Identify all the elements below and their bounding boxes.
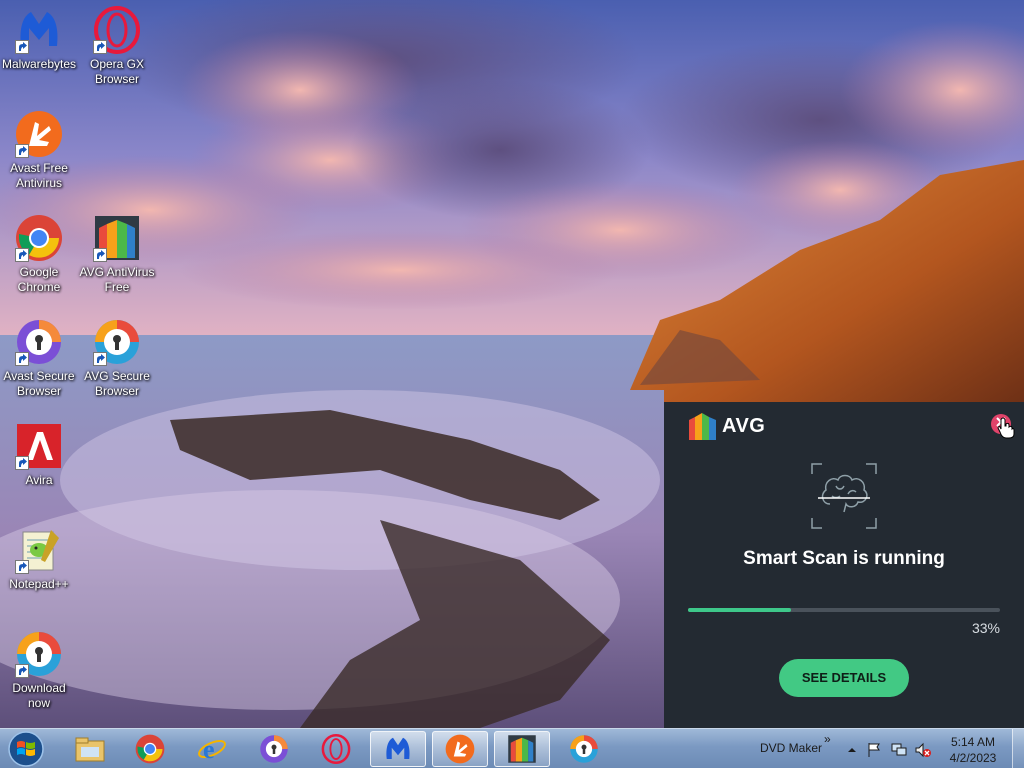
brain-scan-icon [808, 460, 880, 537]
see-details-button[interactable]: SEE DETAILS [779, 659, 909, 697]
svg-text:e: e [203, 735, 215, 764]
desktop-icon-label: Avast Secure Browser [3, 369, 75, 398]
avg-secure-browser-icon [570, 735, 598, 763]
desktop-icon-label: Google Chrome [17, 265, 61, 294]
scan-progress-label: 33% [971, 620, 1000, 636]
avira-icon [15, 422, 63, 470]
toolbar-overflow-chevron[interactable]: » [824, 732, 831, 746]
avg-logo-text: AVG [722, 414, 766, 437]
desktop-icon-label: Malwarebytes [1, 57, 77, 71]
desktop-icon-label: Avast Free Antivirus [10, 161, 68, 190]
desktop-icon-malwarebytes[interactable]: Malwarebytes [0, 6, 78, 72]
mouse-cursor [997, 417, 1015, 439]
desktop-icon-opera-gx[interactable]: Opera GX Browser [78, 6, 156, 87]
clock-date: 4/2/2023 [949, 751, 997, 765]
desktop-icon-avast-secure-browser[interactable]: Avast Secure Browser [0, 318, 78, 399]
desktop-icon-label: Notepad++ [9, 577, 69, 591]
avg-logo-icon [689, 413, 716, 440]
dvd-maker-toolbar[interactable]: DVD Maker [760, 741, 822, 755]
avg-antivirus-icon [93, 214, 141, 262]
avg-secure-browser-icon [93, 318, 141, 366]
avast-secure-browser-icon [15, 318, 63, 366]
opera-gx-icon [93, 6, 141, 54]
desktop-icon-label: Opera GX Browser [89, 57, 145, 86]
windows-logo-icon [8, 731, 44, 767]
clock-time: 5:14 AM [950, 735, 996, 749]
desktop-icon-download-now[interactable]: Download now [0, 630, 78, 711]
action-center-tray[interactable] [866, 742, 882, 758]
desktop-icon-label: Download now [12, 681, 66, 710]
chrome-icon [135, 734, 165, 764]
start-button[interactable] [4, 730, 48, 768]
desktop-icon-chrome[interactable]: Google Chrome [0, 214, 78, 295]
flag-icon [868, 743, 880, 757]
desktop-icon-avg-antivirus[interactable]: AVG AntiVirus Free [78, 214, 156, 295]
volume-muted-icon [915, 742, 931, 758]
avg-icon [508, 735, 536, 763]
avg-scan-popup: AVG Smart Scan is running 33% SEE DETAIL… [664, 402, 1024, 728]
desktop-icon-avg-secure-browser[interactable]: AVG Secure Browser [78, 318, 156, 399]
desktop-icon-label: AVG AntiVirus Free [79, 265, 155, 294]
notepadpp-icon [15, 526, 63, 574]
desktop-icon-avast[interactable]: Avast Free Antivirus [0, 110, 78, 191]
scan-status-title: Smart Scan is running [743, 548, 945, 569]
taskbar-internet-explorer[interactable]: e [184, 731, 240, 767]
explorer-icon [75, 737, 105, 762]
avast-icon [15, 110, 63, 158]
taskbar-avast[interactable] [432, 731, 488, 767]
avast-icon [445, 734, 475, 764]
desktop-icon-label: Avira [25, 473, 53, 487]
opera-icon [321, 734, 351, 764]
taskbar-avg[interactable] [494, 731, 550, 767]
network-tray[interactable] [891, 742, 907, 758]
system-clock[interactable]: 5:14 AM 4/2/2023 [940, 734, 1006, 766]
malwarebytes-icon [15, 6, 63, 54]
desktop-icon-avira[interactable]: Avira [0, 422, 78, 488]
chevron-up-icon [848, 748, 856, 752]
internet-explorer-icon: e [198, 735, 226, 764]
avast-secure-browser-icon [260, 735, 288, 763]
desktop-icon-notepadpp[interactable]: Notepad++ [0, 526, 78, 592]
volume-tray[interactable] [915, 742, 931, 758]
malwarebytes-icon [386, 737, 410, 759]
taskbar-opera[interactable] [308, 731, 364, 767]
taskbar-malwarebytes[interactable] [370, 731, 426, 767]
download-now-icon [15, 630, 63, 678]
scan-progress-fill [688, 608, 791, 612]
show-desktop-button[interactable] [1012, 729, 1024, 768]
taskbar-avast-secure-browser[interactable] [246, 731, 302, 767]
desktop-icon-label: AVG Secure Browser [84, 369, 150, 398]
avg-logo: AVG [688, 412, 765, 440]
taskbar: e DVD Maker » 5:14 AM 4/2/2023 [0, 728, 1024, 768]
network-icon [891, 743, 907, 756]
taskbar-chrome[interactable] [122, 731, 178, 767]
taskbar-avg-secure-browser[interactable] [556, 731, 612, 767]
taskbar-explorer[interactable] [62, 731, 118, 767]
chrome-icon [15, 214, 63, 262]
show-hidden-icons-button[interactable] [844, 742, 860, 758]
scan-progress-bar [688, 608, 1000, 612]
